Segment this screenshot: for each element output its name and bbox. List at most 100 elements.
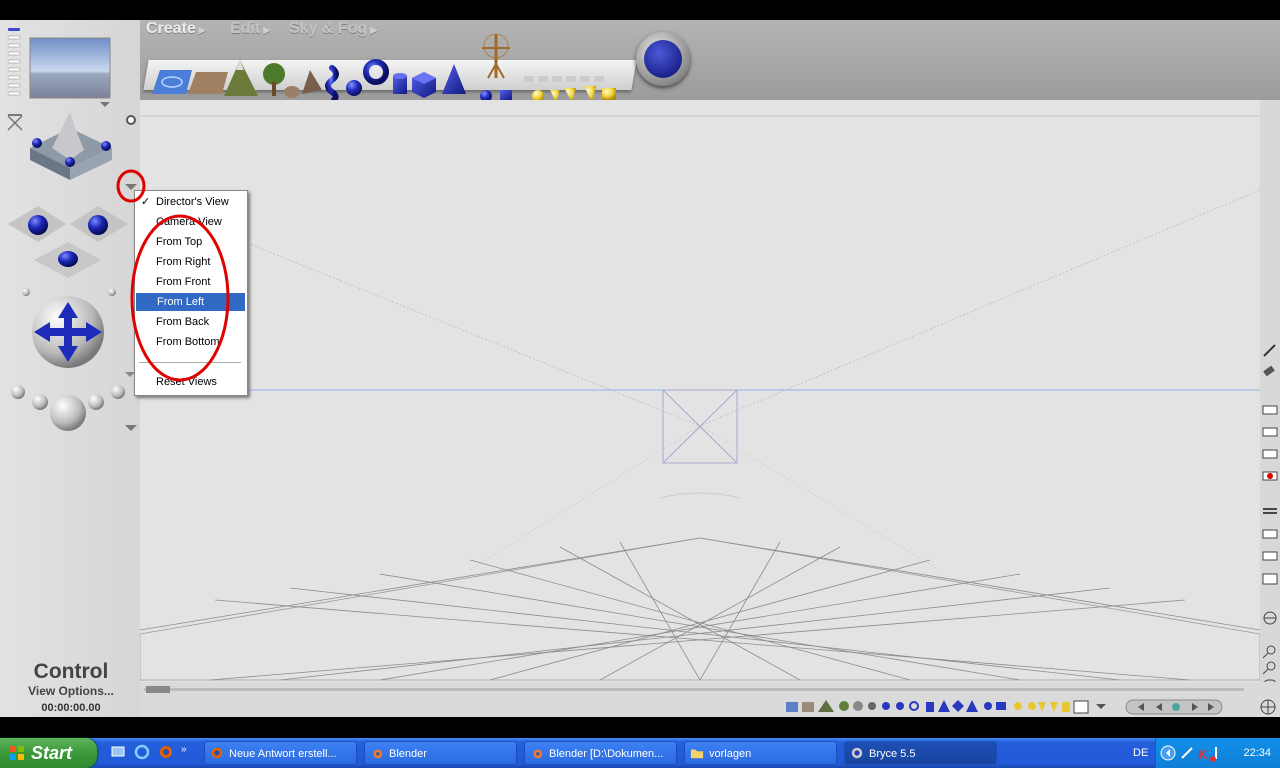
menu-item-from-left[interactable]: From Left xyxy=(136,293,245,311)
water-plane-icon[interactable] xyxy=(152,70,192,94)
timeline-track[interactable] xyxy=(144,688,1244,691)
task-firefox[interactable]: Neue Antwort erstell... xyxy=(204,741,357,765)
task-blender[interactable]: Blender xyxy=(364,741,517,765)
blender-icon xyxy=(533,749,543,759)
nano-icon[interactable] xyxy=(1262,551,1278,561)
metaball-icon[interactable] xyxy=(346,80,362,96)
menu-item-camera-view[interactable]: Camera View xyxy=(135,213,245,231)
menu-item-label: From Back xyxy=(156,316,210,328)
language-indicator[interactable]: DE xyxy=(1133,738,1148,768)
bryce-logo-button[interactable] xyxy=(636,32,690,86)
task-bryce[interactable]: Bryce 5.5 xyxy=(844,741,997,765)
menu-item-from-top[interactable]: From Top xyxy=(135,233,245,251)
lines-icon[interactable] xyxy=(1263,508,1277,514)
start-button[interactable]: Start xyxy=(0,738,97,768)
symmetrical-lattice-icon[interactable] xyxy=(325,65,339,103)
cube-icon[interactable] xyxy=(412,72,436,98)
create-objects xyxy=(152,34,616,103)
tray-app-icon[interactable] xyxy=(1181,747,1193,759)
task-blender-file[interactable]: Blender [D:\Dokumen... xyxy=(524,741,677,765)
wireframe-cube-icon[interactable] xyxy=(1263,611,1277,625)
eraser-icon[interactable] xyxy=(1263,365,1275,377)
quicklaunch-more-icon[interactable]: » xyxy=(181,744,187,755)
view-options-link[interactable]: View Options... xyxy=(0,684,142,698)
view-toggle-icon[interactable] xyxy=(126,115,136,125)
small-ball-left-icon[interactable] xyxy=(22,288,30,296)
menu-item-from-front[interactable]: From Front xyxy=(135,273,245,291)
firefox-icon[interactable] xyxy=(158,744,174,760)
zoom-in-icon[interactable] xyxy=(1262,645,1276,659)
pencil-icon[interactable] xyxy=(1263,344,1276,357)
menu-item-label: Reset Views xyxy=(156,376,217,388)
start-label: Start xyxy=(31,743,73,763)
control-title: Control xyxy=(33,660,109,683)
firefox-icon xyxy=(211,747,223,759)
grid-globe-icon[interactable] xyxy=(1260,699,1276,715)
right-tool-icons xyxy=(1262,344,1278,693)
record-icon[interactable] xyxy=(1262,471,1278,481)
pan-vertical-icon[interactable] xyxy=(34,242,102,278)
timeline-scrubber[interactable] xyxy=(146,686,170,693)
scene-viewport[interactable] xyxy=(140,100,1260,682)
render-preview-icon[interactable] xyxy=(29,37,111,99)
keyboard-icon[interactable] xyxy=(1262,573,1278,585)
menu-item-from-bottom[interactable]: From Bottom xyxy=(135,333,245,351)
tray-icons: K xyxy=(1160,745,1217,762)
trackball-icon[interactable] xyxy=(32,296,104,368)
view-cube-icon[interactable] xyxy=(30,112,112,180)
bryce-window: Create ▶ Edit ▶ Sky & Fog ▶ Control View… xyxy=(0,20,1280,717)
close-scene-icon[interactable] xyxy=(7,114,23,131)
menu-item-label: From Bottom xyxy=(156,336,220,348)
small-ball-right-icon[interactable] xyxy=(108,288,116,296)
menu-item-label: From Front xyxy=(156,276,211,288)
menu-item-label: Camera View xyxy=(156,216,222,228)
menu-item-from-right[interactable]: From Right xyxy=(135,253,245,271)
display-mode-3-icon[interactable] xyxy=(1262,449,1278,459)
menu-item-from-back[interactable]: From Back xyxy=(135,313,245,331)
human-figure-icon[interactable] xyxy=(482,34,510,79)
cylinder-icon[interactable] xyxy=(393,73,407,94)
pan-left-icon[interactable] xyxy=(8,206,66,242)
task-label: Neue Antwort erstell... xyxy=(229,748,337,760)
task-folder[interactable]: vorlagen xyxy=(684,741,837,765)
menu-item-label: From Left xyxy=(157,296,205,308)
right-tool-strip xyxy=(1260,100,1280,717)
display-mode-2-icon[interactable] xyxy=(1262,427,1278,437)
panel-toggle-icons[interactable] xyxy=(7,28,21,96)
menu-item-label: From Top xyxy=(156,236,203,248)
menu-separator xyxy=(139,362,241,363)
text-icon[interactable] xyxy=(1262,529,1278,539)
task-label: Bryce 5.5 xyxy=(869,748,916,760)
preview-dropdown-icon[interactable] xyxy=(100,102,110,107)
ground-plane-icon[interactable] xyxy=(188,72,228,94)
zoom-out-icon[interactable] xyxy=(1262,661,1276,675)
cone-icon[interactable] xyxy=(442,64,466,94)
pan-right-icon[interactable] xyxy=(70,206,128,242)
playback-controls[interactable] xyxy=(1125,699,1223,715)
time-display: 00:00:00.00 xyxy=(41,702,101,714)
bryce-icon xyxy=(851,747,863,759)
display-mode-icon[interactable] xyxy=(1262,405,1278,415)
clock[interactable]: 22:34 xyxy=(1243,738,1271,768)
menu-item-label: From Right xyxy=(156,256,211,268)
internet-explorer-icon[interactable] xyxy=(134,744,150,760)
menu-item-reset-views[interactable]: Reset Views xyxy=(135,373,245,391)
record-key-icon xyxy=(1172,703,1180,711)
tree-icon[interactable] xyxy=(263,63,285,96)
bottom-controls xyxy=(144,686,1276,715)
terrain-icon[interactable] xyxy=(224,60,258,96)
camera-balls-icon[interactable] xyxy=(11,385,125,431)
tray-music-icon[interactable] xyxy=(1210,747,1217,762)
task-label: Blender [D:\Dokumen... xyxy=(549,748,664,760)
rock-icon[interactable] xyxy=(284,70,322,98)
wireframe-scene xyxy=(140,100,1260,682)
tray-expand-icon[interactable] xyxy=(1160,745,1176,761)
control-panel: Control View Options... 00:00:00.00 xyxy=(0,20,140,717)
camera-dropdown-icon[interactable] xyxy=(125,425,137,431)
menu-item-directors-view[interactable]: ✓ Director's View xyxy=(135,193,245,211)
show-desktop-icon[interactable] xyxy=(110,744,126,760)
bryce-logo-icon xyxy=(644,40,682,78)
torus-icon[interactable] xyxy=(363,59,389,85)
selection-palette-icons[interactable] xyxy=(786,700,1106,714)
tray-k-icon[interactable]: K xyxy=(1198,747,1208,762)
